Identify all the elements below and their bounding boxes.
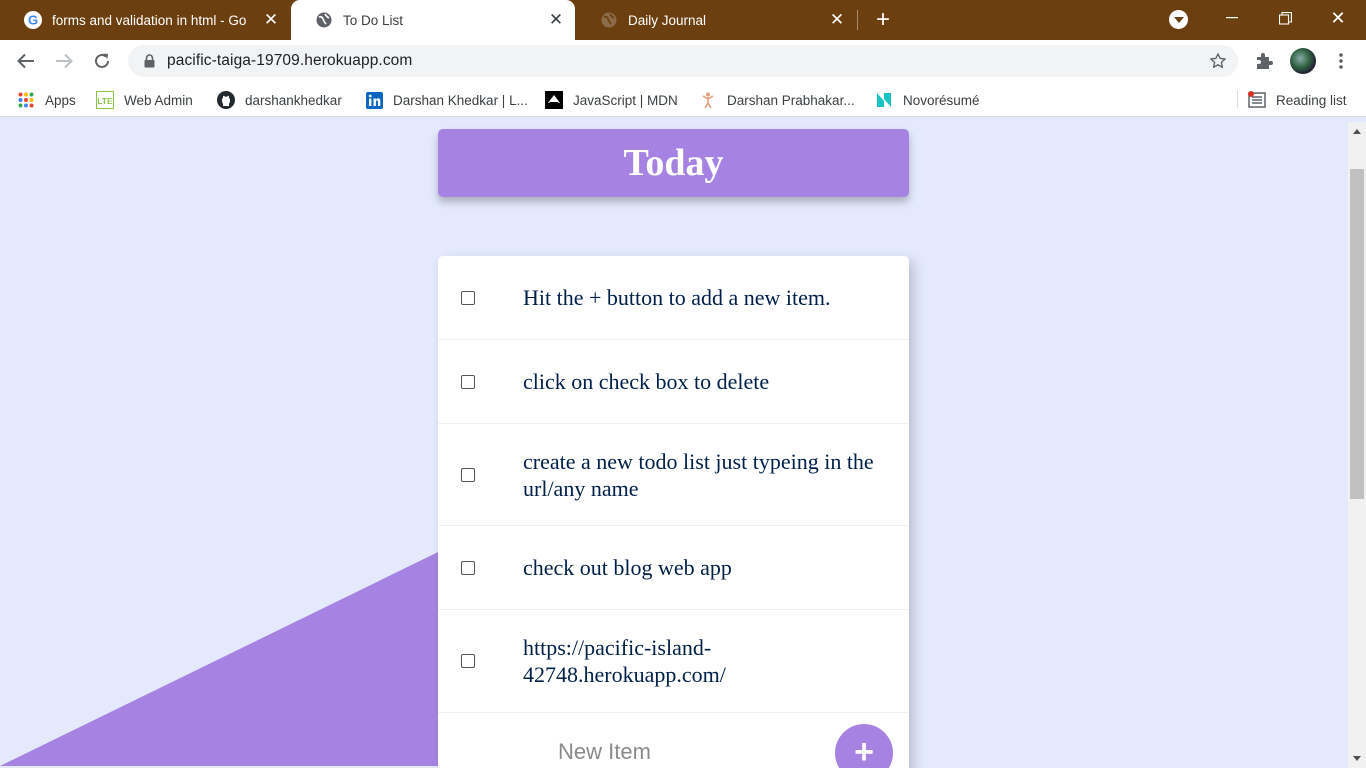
mdn-icon — [545, 91, 563, 109]
new-item-form: New Item + — [438, 713, 909, 768]
page-viewport: Today Hit the + button to add a new item… — [0, 122, 1348, 768]
reading-list-button[interactable]: Reading list — [1248, 90, 1347, 110]
item-checkbox[interactable] — [461, 560, 475, 575]
bookmark-star-icon[interactable] — [1208, 51, 1228, 71]
google-icon: G — [24, 11, 42, 29]
tab-search-button[interactable] — [1169, 10, 1188, 29]
new-tab-button[interactable]: + — [872, 8, 894, 32]
reload-icon — [95, 53, 109, 68]
reading-list-icon — [1248, 91, 1266, 109]
reading-list-label: Reading list — [1276, 92, 1347, 108]
lock-icon[interactable] — [142, 54, 156, 68]
svg-text:G: G — [28, 13, 38, 28]
title-box: Today — [438, 129, 909, 197]
kebab-menu-icon — [1339, 53, 1343, 69]
bookmark-github[interactable]: darshankhedkar — [217, 90, 342, 110]
tab-forms-validation[interactable]: G forms and validation in html - Go ✕ — [0, 0, 290, 40]
bookmark-label: JavaScript | MDN — [573, 92, 678, 108]
chevron-down-icon — [1173, 16, 1184, 23]
close-window-button[interactable]: ✕ — [1325, 6, 1351, 30]
list-item: Hit the + button to add a new item. — [438, 256, 909, 340]
bookmark-linkedin[interactable]: Darshan Khedkar | L... — [365, 90, 528, 110]
list-item: check out blog web app — [438, 526, 909, 610]
browser-menu-button[interactable] — [1330, 50, 1352, 72]
back-button[interactable] — [14, 49, 38, 73]
bookmark-label: Darshan Khedkar | L... — [393, 92, 528, 108]
globe-icon — [600, 11, 618, 29]
tab-to-do-list[interactable]: To Do List ✕ — [291, 0, 575, 40]
bookmark-label: Apps — [45, 92, 76, 108]
tab-title: Daily Journal — [628, 12, 707, 28]
forward-button[interactable] — [52, 49, 76, 73]
tab-title: forms and validation in html - Go — [52, 12, 247, 28]
scroll-up-arrow-icon[interactable] — [1353, 129, 1361, 134]
bookmark-label: darshankhedkar — [245, 92, 342, 108]
restore-icon — [1278, 11, 1292, 25]
item-text: click on check box to delete — [523, 369, 770, 394]
lte-icon: LTE — [96, 91, 114, 109]
list-item: click on check box to delete — [438, 340, 909, 424]
profile-avatar[interactable] — [1290, 48, 1316, 74]
arrow-left-icon — [17, 53, 34, 69]
bookmark-label: Novorésumé — [903, 92, 980, 108]
puzzle-icon — [1257, 53, 1273, 69]
bookmark-novoresume[interactable]: Novorésumé — [875, 90, 980, 110]
apps-grid-icon — [17, 91, 35, 109]
bookmark-darshan-prabhakar[interactable]: Darshan Prabhakar... — [699, 90, 855, 110]
globe-icon — [315, 11, 333, 29]
close-tab-icon[interactable]: ✕ — [547, 11, 565, 29]
vertical-scrollbar[interactable] — [1348, 122, 1366, 768]
bookmark-web-admin[interactable]: LTE Web Admin — [96, 90, 193, 110]
tab-title: To Do List — [343, 12, 404, 28]
tab-strip: G forms and validation in html - Go ✕ To… — [0, 0, 1366, 40]
tab-separator — [857, 10, 858, 30]
bookmark-mdn[interactable]: JavaScript | MDN — [545, 90, 678, 110]
browser-toolbar: pacific-taiga-19709.herokuapp.com — [0, 40, 1366, 82]
item-text: Hit the + button to add a new item. — [523, 285, 831, 310]
close-tab-icon[interactable]: ✕ — [828, 11, 846, 29]
add-item-button[interactable]: + — [835, 724, 893, 768]
item-text: create a new todo list just typeing in t… — [523, 448, 874, 501]
scroll-down-arrow-icon[interactable] — [1353, 756, 1361, 761]
item-checkbox[interactable] — [461, 467, 475, 482]
close-tab-icon[interactable]: ✕ — [262, 11, 280, 29]
page-title: Today — [623, 142, 724, 184]
linkedin-icon — [365, 91, 383, 109]
reload-button[interactable] — [90, 49, 114, 73]
url-text[interactable]: pacific-taiga-19709.herokuapp.com — [167, 52, 412, 70]
arrow-right-icon — [56, 53, 73, 69]
todo-list-card: Hit the + button to add a new item. clic… — [438, 256, 909, 768]
address-bar[interactable]: pacific-taiga-19709.herokuapp.com — [128, 45, 1238, 77]
item-checkbox[interactable] — [461, 374, 475, 389]
person-icon — [699, 91, 717, 109]
svg-text:LTE: LTE — [97, 96, 113, 106]
bookmarks-bar: Apps LTE Web Admin darshankhedkar Darsha… — [0, 82, 1366, 117]
list-item: create a new todo list just typeing in t… — [438, 424, 909, 526]
item-text: check out blog web app — [523, 555, 732, 580]
scrollbar-thumb[interactable] — [1350, 169, 1364, 499]
list-item: https://pacific-island-42748.herokuapp.c… — [438, 610, 909, 713]
bookmarks-separator — [1237, 90, 1238, 108]
restore-button[interactable] — [1272, 6, 1298, 30]
bookmark-apps[interactable]: Apps — [17, 90, 76, 110]
extensions-button[interactable] — [1253, 50, 1275, 72]
item-checkbox[interactable] — [461, 290, 475, 305]
minimize-icon — [1226, 17, 1238, 19]
bookmark-label: Darshan Prabhakar... — [727, 92, 855, 108]
minimize-button[interactable] — [1219, 6, 1245, 30]
item-checkbox[interactable] — [461, 654, 475, 668]
close-icon: ✕ — [1330, 7, 1346, 28]
item-text: https://pacific-island-42748.herokuapp.c… — [523, 635, 726, 687]
bookmark-label: Web Admin — [124, 92, 193, 108]
new-item-input[interactable]: New Item — [558, 739, 651, 765]
novoresume-icon — [875, 91, 893, 109]
tab-daily-journal[interactable]: Daily Journal ✕ — [576, 0, 856, 40]
github-icon — [217, 91, 235, 109]
